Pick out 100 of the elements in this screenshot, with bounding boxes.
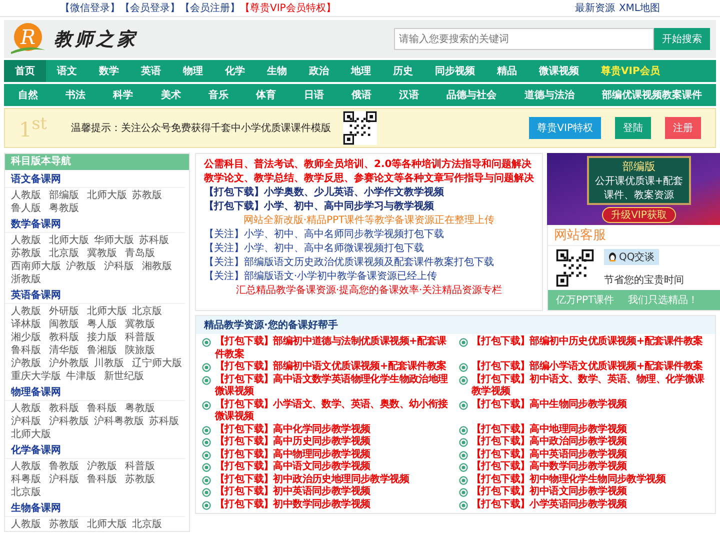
edition-link[interactable]: 陕旅版 [125, 344, 158, 357]
resource-link[interactable]: 【打包下载】初中语文同步教学视频 [472, 486, 627, 498]
edition-link[interactable]: 北师大版 [87, 518, 127, 531]
resource-link[interactable]: 【打包下载】初中英语同步教学视频 [215, 486, 370, 498]
edition-link[interactable]: 接力版 [87, 331, 120, 344]
edition-link[interactable]: 北京版 [132, 518, 165, 531]
headline-link[interactable]: 【打包下载】小学、初中、高中同步学习与教学视频 [204, 200, 534, 214]
edition-link[interactable]: 人教版 [11, 189, 44, 202]
nav-tab[interactable]: 首页 [4, 60, 46, 82]
top-link[interactable]: 【尊贵VIP会员特权】 [240, 1, 336, 15]
edition-link[interactable]: 教科版 [49, 402, 82, 415]
resource-link[interactable]: 【打包下载】高中政治同步教学视频 [472, 436, 627, 448]
edition-link[interactable]: 辽宁师大版 [132, 357, 182, 370]
top-link[interactable]: 【会员登录】 [120, 1, 180, 15]
headline-link[interactable]: 【关注】部编版语文·小学初中教学备课资源已经上传 [204, 270, 534, 284]
group-title[interactable]: 化学备课网 [5, 441, 185, 459]
edition-link[interactable]: 鲁科版 [87, 402, 120, 415]
edition-link[interactable]: 粤教版 [125, 402, 158, 415]
resource-link[interactable]: 【打包下载】部编初中语文优质课视频+配套课件教案 [215, 361, 446, 374]
edition-link[interactable]: 沪教版 [11, 357, 44, 370]
edition-link[interactable]: 鲁人版 [11, 202, 44, 215]
resource-link[interactable]: 【打包下载】初中政治历史地理同步教学视频 [215, 474, 410, 486]
resource-link[interactable]: 【打包下载】高中英语同步教学视频 [472, 448, 627, 461]
edition-link[interactable]: 科粤版 [11, 473, 44, 486]
edition-link[interactable]: 粤人版 [87, 318, 120, 331]
resource-link[interactable]: 【打包下载】初中语文、数学、英语、物理、化学微课教学视频 [472, 374, 709, 398]
edition-link[interactable]: 沪科教版 [49, 415, 89, 428]
edition-link[interactable]: 苏教版 [132, 189, 165, 202]
group-title[interactable]: 语文备课网 [5, 170, 185, 188]
edition-link[interactable]: 湘少版 [11, 331, 44, 344]
edition-link[interactable]: 科普版 [125, 460, 158, 473]
edition-link[interactable]: 人教版 [11, 460, 44, 473]
edition-link[interactable]: 沪科版 [104, 260, 137, 273]
edition-link[interactable]: 苏科版 [139, 234, 172, 247]
resource-link[interactable]: 【打包下载】部编小学语文优质课视频+配套课件教案 [472, 361, 703, 374]
edition-link[interactable]: 北师大版 [87, 305, 127, 318]
headline-link[interactable]: 教学论文、教学总结、教学反思、参赛论文等各种文章写作指导与问题解决 [204, 172, 534, 186]
resource-link[interactable]: 【打包下载】小学语文、数学、英语、奥数、幼小衔接微课视频 [215, 398, 452, 424]
resource-link[interactable]: 【打包下载】高中化学同步教学视频 [215, 424, 370, 436]
edition-link[interactable]: 清华版 [49, 344, 82, 357]
resource-link[interactable]: 【打包下载】高中语文数学英语物理化学生物政治地理微课视频 [215, 374, 452, 398]
headline-link[interactable]: 汇总精品教学备课资源·提高您的备课效率·关注精品资源专栏 [204, 284, 534, 298]
headline-link[interactable]: 【关注】小学、初中、高中名师微课视频打包下载 [204, 242, 534, 256]
headline-link[interactable]: 公需科目、普法考试、教师全员培训、2.0等各种培训方法指导和问题解决 [204, 158, 534, 172]
edition-link[interactable]: 沪教版 [66, 260, 99, 273]
edition-link[interactable]: 西南师大版 [11, 260, 61, 273]
resource-link[interactable]: 【打包下载】高中数学同步教学视频 [472, 461, 627, 474]
banner-button[interactable]: 注册 [665, 117, 701, 139]
edition-link[interactable]: 冀教版 [125, 318, 158, 331]
top-link[interactable]: 最新资源 [574, 1, 615, 15]
edition-link[interactable]: 北师大版 [49, 234, 89, 247]
edition-link[interactable]: 鲁科版 [87, 473, 120, 486]
edition-link[interactable]: 鲁科版 [11, 344, 44, 357]
edition-link[interactable]: 北师大版 [11, 428, 51, 441]
edition-link[interactable]: 北京版 [49, 247, 82, 260]
edition-link[interactable]: 苏科版 [149, 415, 182, 428]
resource-link[interactable]: 【打包下载】高中语文同步教学视频 [215, 461, 370, 474]
group-title[interactable]: 生物备课网 [5, 499, 185, 517]
edition-link[interactable]: 部编版 [49, 189, 82, 202]
top-link[interactable]: XML地图 [618, 1, 660, 15]
resource-link[interactable]: 【打包下载】高中生物同步教学视频 [472, 398, 627, 411]
headline-link[interactable]: 【关注】小学、初中、高中名师同步教学视频打包下载 [204, 228, 534, 242]
edition-link[interactable]: 人教版 [11, 234, 44, 247]
edition-link[interactable]: 湘教版 [142, 260, 175, 273]
edition-link[interactable]: 粤教版 [49, 202, 82, 215]
edition-link[interactable]: 川教版 [94, 357, 127, 370]
edition-link[interactable]: 沪科粤教版 [94, 415, 144, 428]
edition-link[interactable]: 北京版 [11, 486, 44, 499]
edition-link[interactable]: 苏教版 [125, 473, 158, 486]
resource-link[interactable]: 【打包下载】高中历史同步教学视频 [215, 436, 370, 448]
resource-link[interactable]: 【打包下载】部编初中道德与法制优质课视频+配套课件教案 [215, 336, 452, 361]
edition-link[interactable]: 人教版 [11, 402, 44, 415]
edition-link[interactable]: 人教版 [11, 305, 44, 318]
promo-button[interactable]: 升级VIP获取 [602, 206, 676, 222]
qq-chat-button[interactable]: QQ交谈 [604, 249, 659, 265]
edition-link[interactable]: 闽教版 [49, 318, 82, 331]
edition-link[interactable]: 沪科版 [11, 415, 44, 428]
edition-link[interactable]: 科普版 [125, 331, 158, 344]
edition-link[interactable]: 苏教版 [11, 247, 44, 260]
edition-link[interactable]: 沪科版 [49, 473, 82, 486]
resource-link[interactable]: 【打包下载】部编初中历史优质课视频+配套课件教案 [472, 336, 703, 348]
resource-link[interactable]: 【打包下载】初中物理化学生物同步教学视频 [472, 474, 666, 486]
search-field[interactable]: 请输入您要搜索的关键词 [394, 28, 654, 50]
group-title[interactable]: 物理备课网 [5, 383, 185, 401]
group-title[interactable]: 英语备课网 [5, 286, 185, 304]
headline-link[interactable]: 【打包下载】小学奥数、少儿英语、小学作文教学视频 [204, 186, 534, 200]
edition-link[interactable]: 沪教版 [87, 460, 120, 473]
edition-link[interactable]: 人教版 [11, 518, 44, 531]
edition-link[interactable]: 鲁教版 [49, 460, 82, 473]
edition-link[interactable]: 鲁湘版 [87, 344, 120, 357]
edition-link[interactable]: 青岛版 [125, 247, 158, 260]
edition-link[interactable]: 译林版 [11, 318, 44, 331]
edition-link[interactable]: 苏教版 [49, 518, 82, 531]
resource-link[interactable]: 【打包下载】初中数学同步教学视频 [215, 498, 370, 511]
edition-link[interactable]: 沪外教版 [49, 357, 89, 370]
edition-link[interactable]: 北师大版 [87, 189, 127, 202]
resource-link[interactable]: 【打包下载】高中地理同步教学视频 [472, 424, 627, 436]
edition-link[interactable]: 外研版 [49, 305, 82, 318]
edition-link[interactable]: 新世纪版 [104, 370, 144, 383]
group-title[interactable]: 数学备课网 [5, 215, 185, 233]
